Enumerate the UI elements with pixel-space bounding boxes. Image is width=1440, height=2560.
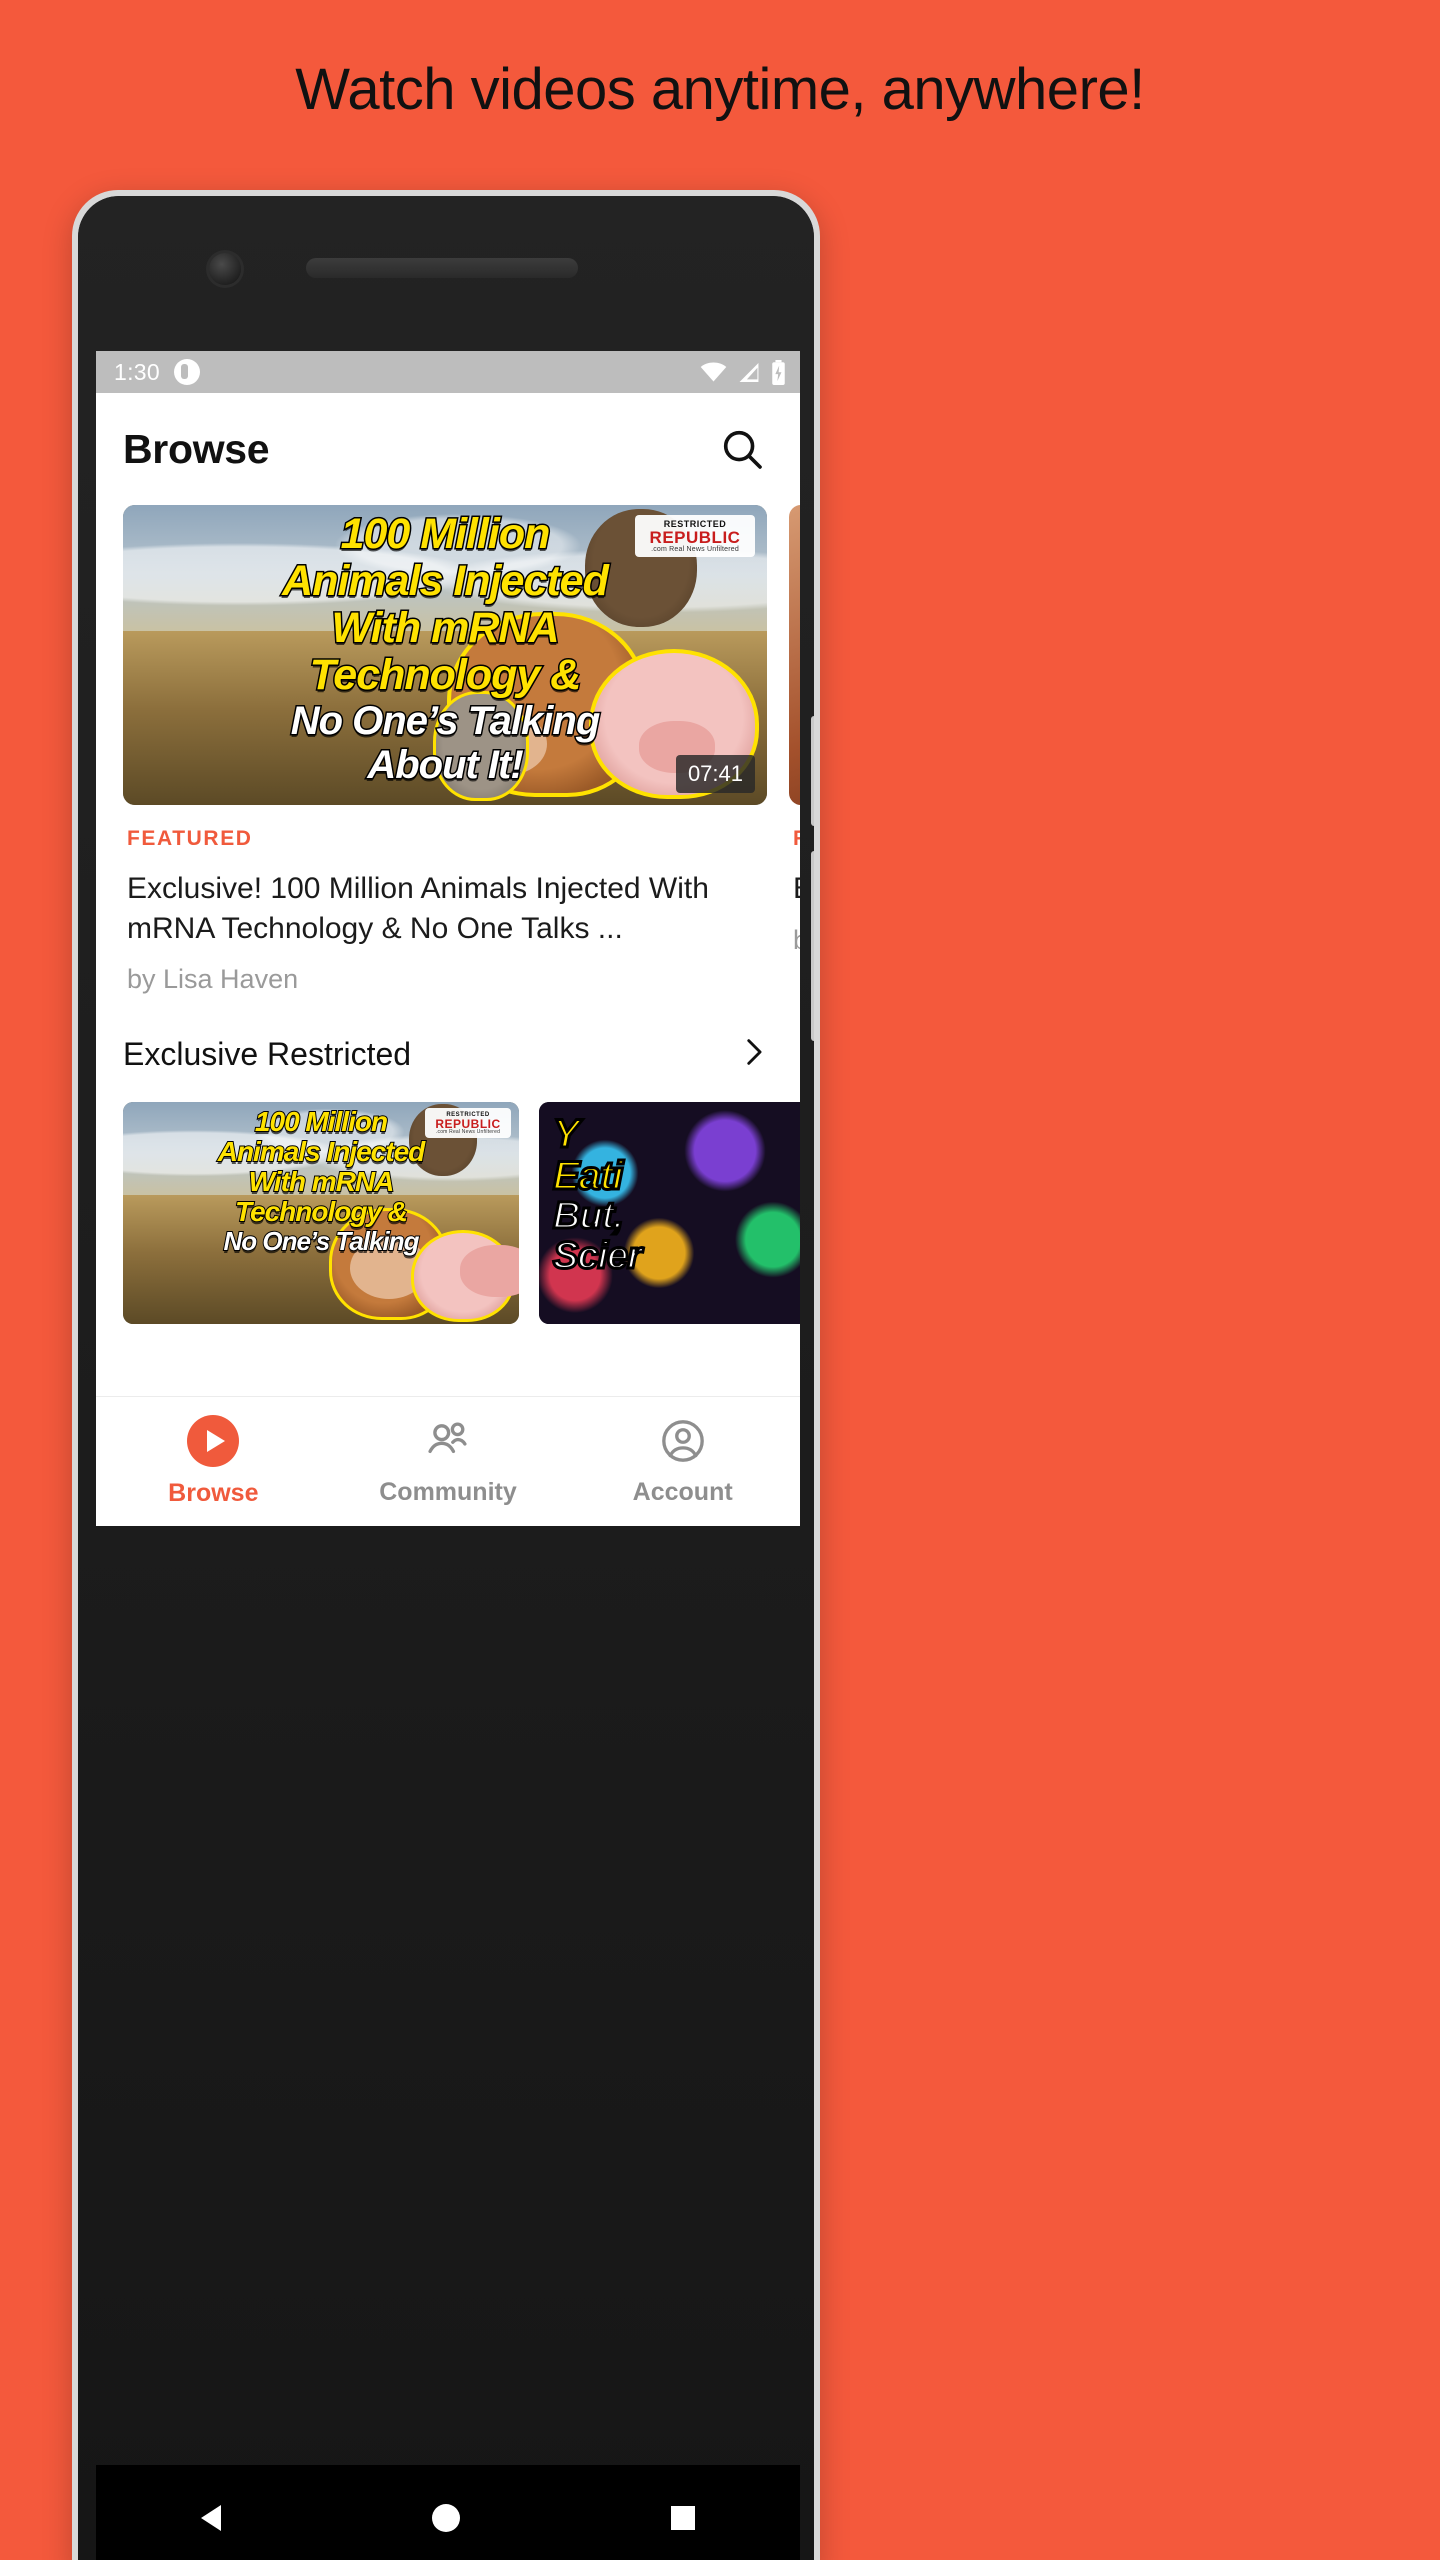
video-title[interactable]: Exclusive! 100 Million Animals Injected …	[127, 869, 763, 948]
restricted-republic-logo: RESTRICTED REPUBLIC .com Real News Unfil…	[635, 515, 755, 557]
volume-button[interactable]	[811, 716, 814, 826]
section-thumbnail-1[interactable]: 100 Million Animals Injected With mRNA T…	[123, 1102, 519, 1325]
app-bar: Browse	[96, 393, 800, 505]
section-more-button[interactable]	[736, 1035, 770, 1074]
signal-icon	[739, 362, 759, 382]
nav-label-account: Account	[632, 1478, 733, 1506]
app-badge-icon	[173, 359, 200, 385]
phone-mockup: 1:30 Browse 100 Million Animals Injected…	[72, 190, 820, 2560]
chevron-right-icon	[747, 1039, 762, 1065]
featured-label-next: F	[793, 827, 800, 851]
status-clock: 1:30	[114, 358, 160, 385]
featured-card-next[interactable]: F B B b	[789, 505, 800, 995]
square-recents-icon[interactable]	[670, 2505, 695, 2530]
circle-home-icon[interactable]	[431, 2503, 460, 2532]
people-icon	[428, 1422, 467, 1454]
nav-item-browse[interactable]: Browse	[96, 1415, 331, 1508]
battery-charging-icon	[772, 359, 785, 385]
nav-item-account[interactable]: Account	[565, 1416, 800, 1507]
nav-label-browse: Browse	[168, 1479, 259, 1507]
sthumb2-line-4: Scier	[552, 1234, 644, 1277]
status-bar: 1:30	[96, 351, 800, 393]
featured-card[interactable]: 100 Million Animals Injected With mRNA T…	[123, 505, 767, 995]
video-thumbnail[interactable]: 100 Million Animals Injected With mRNA T…	[123, 505, 767, 805]
logo-line-2: REPUBLIC	[649, 527, 741, 547]
section-thumbnail-row[interactable]: 100 Million Animals Injected With mRNA T…	[96, 1102, 800, 1325]
wifi-icon	[700, 362, 727, 382]
sthumb2-line-3: But,	[552, 1195, 626, 1238]
bottom-navigation: Browse Community Account	[96, 1396, 800, 1526]
triangle-back-icon[interactable]	[201, 2504, 222, 2531]
duration-badge: 07:41	[675, 755, 755, 793]
promo-headline: Watch videos anytime, anywhere!	[295, 57, 1145, 122]
section-title: Exclusive Restricted	[123, 1036, 412, 1073]
featured-carousel[interactable]: 100 Million Animals Injected With mRNA T…	[96, 505, 800, 995]
android-system-nav	[96, 2465, 800, 2560]
logo-line-3: .com Real News Unfiltered	[651, 545, 739, 553]
play-circle-icon	[187, 1415, 240, 1467]
video-title-next[interactable]: B B	[793, 869, 800, 909]
phone-screen: 1:30 Browse 100 Million Animals Injected…	[96, 351, 800, 1526]
sthumb-logo: RESTRICTED REPUBLIC .com Real News Unfil…	[425, 1108, 511, 1139]
video-meta: FEATURED Exclusive! 100 Million Animals …	[123, 805, 767, 995]
search-icon	[723, 430, 762, 469]
video-byline: by Lisa Haven	[127, 964, 299, 995]
video-meta-next: F B B b	[789, 805, 800, 956]
status-icons	[700, 359, 786, 385]
video-thumbnail-next[interactable]	[789, 505, 800, 805]
video-byline-next: b	[793, 925, 800, 956]
sthumb-pig-image	[411, 1230, 519, 1323]
phone-body: 1:30 Browse 100 Million Animals Injected…	[78, 196, 814, 2560]
earpiece-speaker	[306, 258, 578, 278]
sthumb2-overlay-text: Y Eati But, Scier	[552, 1112, 800, 1277]
section-thumbnail-2[interactable]: Y Eati But, Scier	[539, 1102, 800, 1325]
front-camera-icon	[209, 253, 241, 285]
nav-item-community[interactable]: Community	[331, 1416, 566, 1507]
power-button[interactable]	[811, 851, 814, 1041]
section-exclusive-restricted[interactable]: Exclusive Restricted	[96, 995, 800, 1102]
donkey-image	[433, 691, 529, 801]
sthumb2-line-1: Y	[552, 1112, 582, 1157]
featured-label: FEATURED	[127, 827, 253, 850]
page-title: Browse	[123, 425, 270, 472]
search-button[interactable]	[714, 421, 770, 477]
account-circle-icon	[661, 1420, 704, 1462]
sthumb-logo-line-3: .com Real News Unfiltered	[435, 1128, 501, 1135]
sthumb2-line-2: Eati	[552, 1153, 625, 1198]
sthumb-logo-line-2: REPUBLIC	[435, 1116, 501, 1131]
nav-label-community: Community	[379, 1478, 517, 1506]
